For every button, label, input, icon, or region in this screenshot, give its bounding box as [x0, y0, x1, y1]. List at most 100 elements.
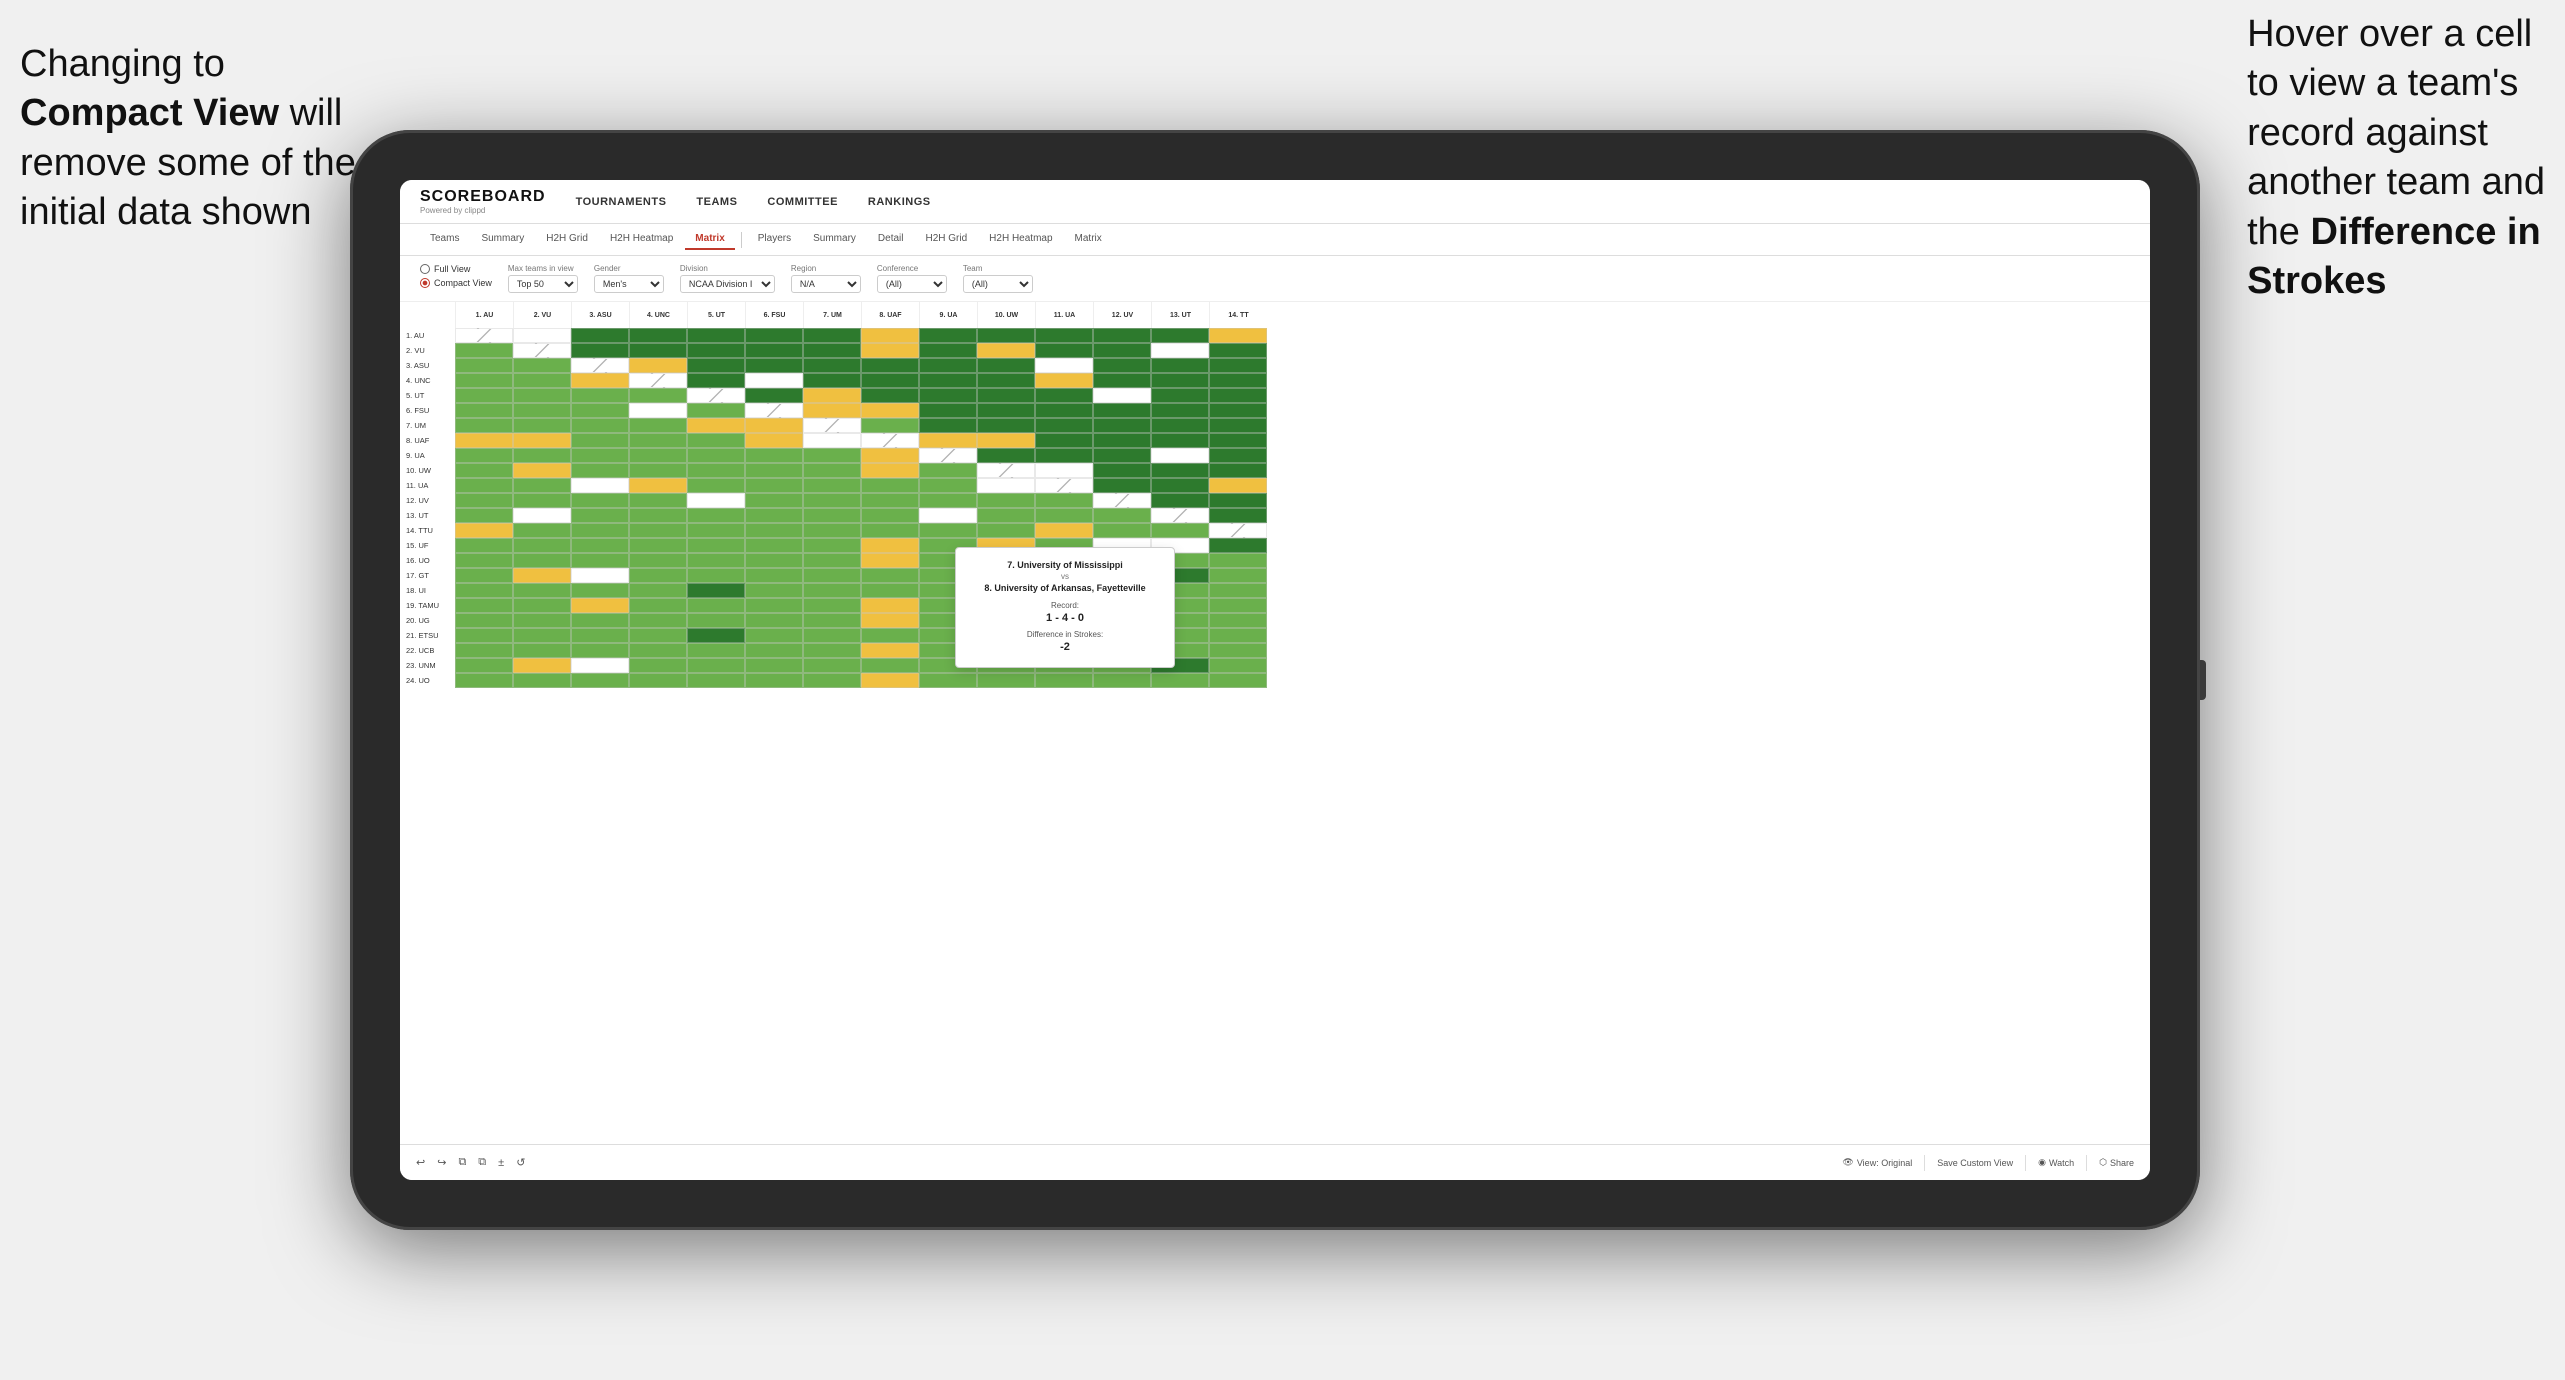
grid-cell[interactable] — [513, 328, 571, 343]
grid-cell[interactable] — [803, 673, 861, 688]
share-button[interactable]: ⬡ Share — [2099, 1157, 2134, 1168]
grid-cell[interactable] — [1035, 523, 1093, 538]
grid-cell[interactable] — [513, 418, 571, 433]
tab-h2h-grid2[interactable]: H2H Grid — [915, 229, 977, 250]
grid-cell[interactable] — [861, 358, 919, 373]
grid-cell[interactable] — [1093, 388, 1151, 403]
full-view-radio[interactable] — [420, 264, 430, 274]
grid-cell[interactable] — [1151, 508, 1209, 523]
grid-cell[interactable] — [861, 328, 919, 343]
grid-cell[interactable] — [687, 328, 745, 343]
grid-cell[interactable] — [803, 463, 861, 478]
grid-cell[interactable] — [629, 553, 687, 568]
grid-cell[interactable] — [1209, 508, 1267, 523]
grid-cell[interactable] — [513, 358, 571, 373]
grid-cell[interactable] — [629, 403, 687, 418]
grid-cell[interactable] — [745, 448, 803, 463]
grid-cell[interactable] — [1209, 658, 1267, 673]
filter-max-teams-select[interactable]: Top 50 — [508, 275, 578, 293]
grid-cell[interactable] — [745, 493, 803, 508]
redo-button[interactable]: ↪ — [437, 1156, 446, 1169]
compact-view-option[interactable]: Compact View — [420, 278, 492, 288]
grid-cell[interactable] — [803, 403, 861, 418]
grid-cell[interactable] — [745, 583, 803, 598]
grid-cell[interactable] — [1209, 673, 1267, 688]
grid-cell[interactable] — [455, 673, 513, 688]
grid-cell[interactable] — [455, 418, 513, 433]
grid-cell[interactable] — [803, 373, 861, 388]
grid-cell[interactable] — [977, 508, 1035, 523]
grid-cell[interactable] — [687, 508, 745, 523]
grid-cell[interactable] — [1209, 628, 1267, 643]
grid-cell[interactable] — [803, 568, 861, 583]
grid-cell[interactable] — [803, 493, 861, 508]
grid-cell[interactable] — [629, 658, 687, 673]
grid-cell[interactable] — [1035, 373, 1093, 388]
grid-cell[interactable] — [513, 388, 571, 403]
grid-cell[interactable] — [803, 343, 861, 358]
grid-cell[interactable] — [977, 403, 1035, 418]
grid-cell[interactable] — [687, 478, 745, 493]
grid-cell[interactable] — [455, 613, 513, 628]
grid-cell[interactable] — [1035, 478, 1093, 493]
grid-cell[interactable] — [1209, 328, 1267, 343]
grid-cell[interactable] — [1209, 568, 1267, 583]
save-custom-button[interactable]: Save Custom View — [1937, 1158, 2013, 1168]
grid-cell[interactable] — [629, 343, 687, 358]
grid-cell[interactable] — [513, 658, 571, 673]
grid-cell[interactable] — [1093, 433, 1151, 448]
grid-cell[interactable] — [571, 373, 629, 388]
grid-cell[interactable] — [629, 478, 687, 493]
grid-cell[interactable] — [861, 568, 919, 583]
grid-cell[interactable] — [861, 643, 919, 658]
grid-cell[interactable] — [571, 583, 629, 598]
grid-cell[interactable] — [1151, 358, 1209, 373]
grid-cell[interactable] — [919, 523, 977, 538]
grid-cell[interactable] — [687, 523, 745, 538]
grid-cell[interactable] — [977, 358, 1035, 373]
grid-cell[interactable] — [513, 433, 571, 448]
grid-cell[interactable] — [571, 673, 629, 688]
tab-h2h-heatmap1[interactable]: H2H Heatmap — [600, 229, 683, 250]
grid-cell[interactable] — [513, 478, 571, 493]
grid-cell[interactable] — [745, 523, 803, 538]
grid-cell[interactable] — [745, 433, 803, 448]
grid-cell[interactable] — [571, 388, 629, 403]
grid-cell[interactable] — [1209, 463, 1267, 478]
grid-cell[interactable] — [1209, 358, 1267, 373]
grid-cell[interactable] — [1151, 673, 1209, 688]
grid-cell[interactable] — [629, 448, 687, 463]
grid-cell[interactable] — [455, 388, 513, 403]
grid-cell[interactable] — [629, 613, 687, 628]
grid-cell[interactable] — [803, 613, 861, 628]
grid-cell[interactable] — [919, 388, 977, 403]
grid-cell[interactable] — [571, 628, 629, 643]
undo-button[interactable]: ↩ — [416, 1156, 425, 1169]
grid-cell[interactable] — [1209, 448, 1267, 463]
grid-cell[interactable] — [861, 658, 919, 673]
grid-cell[interactable] — [803, 508, 861, 523]
tab-teams[interactable]: Teams — [420, 229, 469, 250]
grid-cell[interactable] — [803, 388, 861, 403]
grid-cell[interactable] — [977, 673, 1035, 688]
grid-cell[interactable] — [1093, 463, 1151, 478]
grid-cell[interactable] — [687, 658, 745, 673]
grid-cell[interactable] — [861, 583, 919, 598]
grid-cell[interactable] — [1209, 598, 1267, 613]
grid-cell[interactable] — [861, 553, 919, 568]
grid-cell[interactable] — [455, 583, 513, 598]
grid-cell[interactable] — [977, 388, 1035, 403]
grid-cell[interactable] — [1209, 478, 1267, 493]
grid-cell[interactable] — [629, 433, 687, 448]
grid-container[interactable]: 1. AU 2. VU 3. ASU 4. UNC 5. UT 6. FSU 7… — [455, 302, 2150, 688]
grid-cell[interactable] — [745, 508, 803, 523]
grid-cell[interactable] — [803, 478, 861, 493]
grid-cell[interactable] — [687, 373, 745, 388]
grid-cell[interactable] — [919, 343, 977, 358]
grid-cell[interactable] — [1093, 448, 1151, 463]
grid-cell[interactable] — [745, 373, 803, 388]
grid-cell[interactable] — [455, 433, 513, 448]
grid-cell[interactable] — [803, 658, 861, 673]
grid-cell[interactable] — [571, 328, 629, 343]
grid-cell[interactable] — [629, 358, 687, 373]
